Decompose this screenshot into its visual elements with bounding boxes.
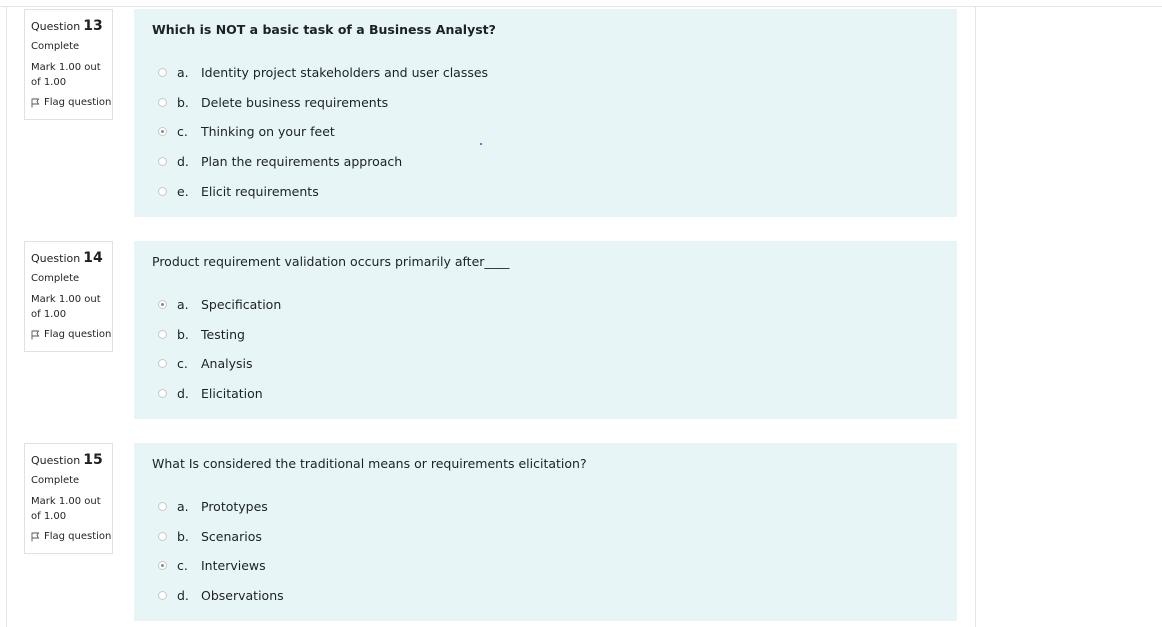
top-divider xyxy=(0,6,1162,7)
question-state: Complete xyxy=(31,41,80,52)
answer-option-e[interactable]: e. Elicit requirements xyxy=(152,176,939,206)
radio-button[interactable] xyxy=(158,359,167,369)
answer-option-c[interactable]: c. Thinking on your feet xyxy=(152,117,939,147)
answer-option-d[interactable]: d. Elicitation xyxy=(152,379,939,409)
radio-button[interactable] xyxy=(158,531,167,541)
right-divider xyxy=(975,6,976,627)
answer-option-c[interactable]: c. Interviews xyxy=(152,551,939,581)
question-info-panel: Question 14 Complete Mark 1.00 out of 1.0… xyxy=(24,241,113,352)
radio-button[interactable] xyxy=(158,68,167,78)
question-text: Which is NOT a basic task of a Business … xyxy=(152,22,496,37)
question-state: Complete xyxy=(31,273,80,284)
flag-icon xyxy=(31,98,40,108)
flag-icon xyxy=(31,330,40,340)
question-number: Question 13 xyxy=(31,18,103,34)
answer-option-a[interactable]: a. Prototypes xyxy=(152,492,939,522)
flag-question-button[interactable]: Flag question xyxy=(31,530,111,544)
radio-button[interactable] xyxy=(158,157,167,167)
question-grade: Mark 1.00 out of 1.00 xyxy=(31,62,101,88)
question-content: Which is NOT a basic task of a Business … xyxy=(134,9,957,217)
question-grade: Mark 1.00 out of 1.00 xyxy=(31,496,101,522)
answer-option-c[interactable]: c. Analysis xyxy=(152,349,939,379)
radio-button[interactable] xyxy=(158,389,167,399)
radio-button[interactable] xyxy=(158,97,167,107)
left-divider xyxy=(6,6,7,627)
answer-option-b[interactable]: b. Testing xyxy=(152,320,939,350)
radio-button[interactable] xyxy=(158,502,167,512)
question-number: Question 14 xyxy=(31,250,103,266)
answer-option-a[interactable]: a. Specification xyxy=(152,290,939,320)
radio-button[interactable] xyxy=(158,329,167,339)
answer-option-d[interactable]: d. Observations xyxy=(152,581,939,611)
radio-button-selected[interactable] xyxy=(158,561,167,571)
radio-button-selected[interactable] xyxy=(158,127,167,137)
question-text: What Is considered the traditional means… xyxy=(152,456,587,471)
question-grade: Mark 1.00 out of 1.00 xyxy=(31,294,101,320)
question-info-panel: Question 13 Complete Mark 1.00 out of 1.0… xyxy=(24,9,113,120)
flag-question-button[interactable]: Flag question xyxy=(31,96,111,110)
question-info-panel: Question 15 Complete Mark 1.00 out of 1.0… xyxy=(24,443,113,554)
answer-option-b[interactable]: b. Delete business requirements xyxy=(152,88,939,118)
question-state: Complete xyxy=(31,475,80,486)
radio-button[interactable] xyxy=(158,591,167,601)
radio-button[interactable] xyxy=(158,186,167,196)
radio-button-selected[interactable] xyxy=(158,300,167,310)
question-number: Question 15 xyxy=(31,452,103,468)
answer-option-a[interactable]: a. Identity project stakeholders and user… xyxy=(152,58,939,88)
answer-option-b[interactable]: b. Scenarios xyxy=(152,522,939,552)
question-content: What Is considered the traditional means… xyxy=(134,443,957,621)
answer-option-d[interactable]: d. Plan the requirements approach xyxy=(152,147,939,177)
flag-question-button[interactable]: Flag question xyxy=(31,328,111,342)
question-content: Product requirement validation occurs pr… xyxy=(134,241,957,419)
cursor-dot xyxy=(480,143,482,145)
question-text: Product requirement validation occurs pr… xyxy=(152,254,510,269)
flag-icon xyxy=(31,532,40,542)
